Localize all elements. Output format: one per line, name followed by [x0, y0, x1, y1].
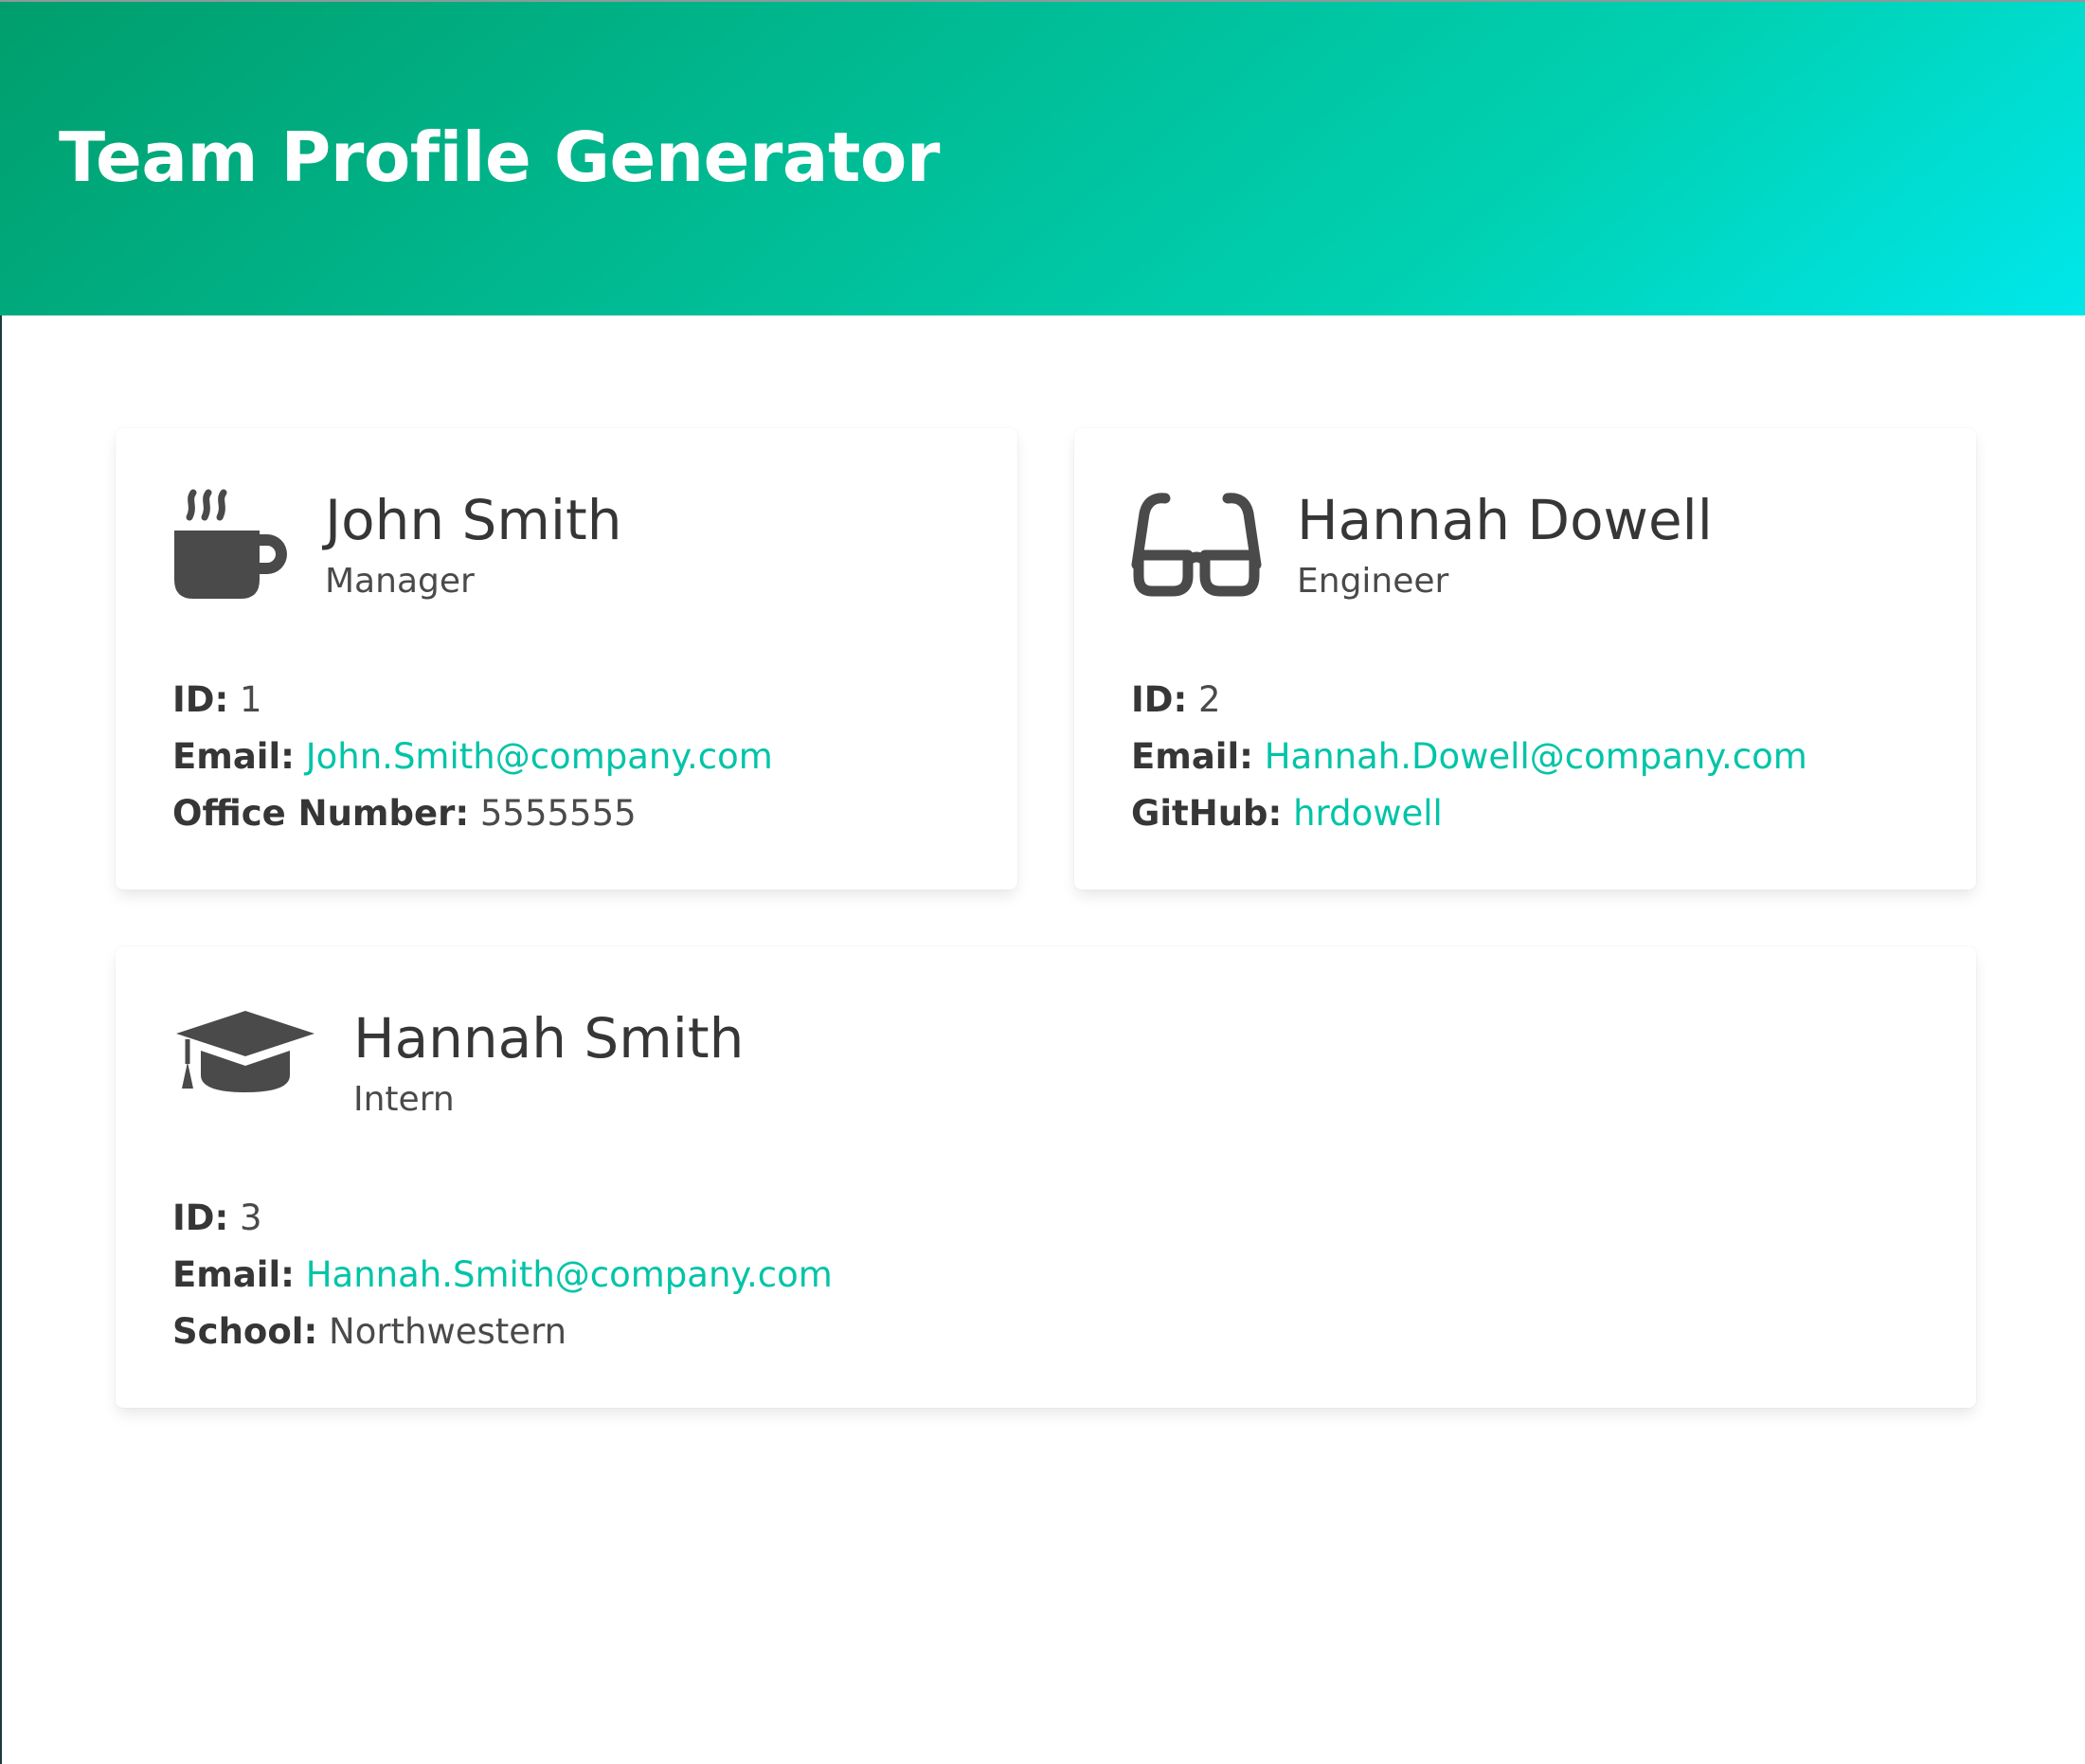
employee-role: Engineer	[1297, 562, 1449, 601]
github-label: GitHub:	[1131, 793, 1283, 834]
graduation-cap-icon	[176, 1011, 315, 1092]
email-label: Email:	[172, 1254, 295, 1295]
employee-email-row: Email: Hannah.Dowell@company.com	[1131, 729, 1807, 785]
email-link[interactable]: John.Smith@company.com	[306, 736, 773, 777]
id-value: 3	[240, 1197, 262, 1238]
hero-banner: Team Profile Generator	[0, 0, 2085, 315]
email-label: Email:	[1131, 736, 1253, 777]
employee-id-row: ID: 2	[1131, 672, 1807, 729]
employee-id-row: ID: 1	[172, 672, 773, 729]
employee-card-intern: Hannah Smith Intern ID: 3 Email: Hannah.…	[116, 946, 1976, 1408]
employee-email-row: Email: Hannah.Smith@company.com	[172, 1247, 833, 1304]
email-label: Email:	[172, 736, 295, 777]
email-link[interactable]: Hannah.Dowell@company.com	[1265, 736, 1807, 777]
id-value: 2	[1198, 679, 1221, 720]
employee-details: ID: 2 Email: Hannah.Dowell@company.com G…	[1131, 672, 1807, 842]
employee-role: Intern	[353, 1080, 455, 1119]
github-link[interactable]: hrdowell	[1293, 793, 1443, 834]
employee-card-engineer: Hannah Dowell Engineer ID: 2 Email: Hann…	[1074, 428, 1976, 890]
coffee-icon	[174, 489, 287, 599]
school-row: School: Northwestern	[172, 1304, 833, 1360]
office-number-label: Office Number:	[172, 793, 470, 834]
github-row: GitHub: hrdowell	[1131, 785, 1807, 842]
email-link[interactable]: Hannah.Smith@company.com	[306, 1254, 833, 1295]
employee-card-manager: John Smith Manager ID: 1 Email: John.Smi…	[116, 428, 1017, 890]
glasses-icon	[1131, 493, 1262, 597]
employee-email-row: Email: John.Smith@company.com	[172, 729, 773, 785]
employee-name: Hannah Dowell	[1297, 488, 1713, 552]
employee-name: Hannah Smith	[353, 1006, 745, 1071]
employee-details: ID: 3 Email: Hannah.Smith@company.com Sc…	[172, 1190, 833, 1360]
office-number-value: 5555555	[479, 793, 637, 834]
employee-name: John Smith	[325, 488, 622, 552]
id-value: 1	[240, 679, 262, 720]
id-label: ID:	[172, 679, 229, 720]
id-label: ID:	[1131, 679, 1188, 720]
school-label: School:	[172, 1311, 318, 1352]
employee-details: ID: 1 Email: John.Smith@company.com Offi…	[172, 672, 773, 842]
employee-id-row: ID: 3	[172, 1190, 833, 1247]
office-number-row: Office Number: 5555555	[172, 785, 773, 842]
id-label: ID:	[172, 1197, 229, 1238]
page-title: Team Profile Generator	[59, 117, 940, 197]
employee-role: Manager	[325, 562, 475, 601]
school-value: Northwestern	[329, 1311, 567, 1352]
